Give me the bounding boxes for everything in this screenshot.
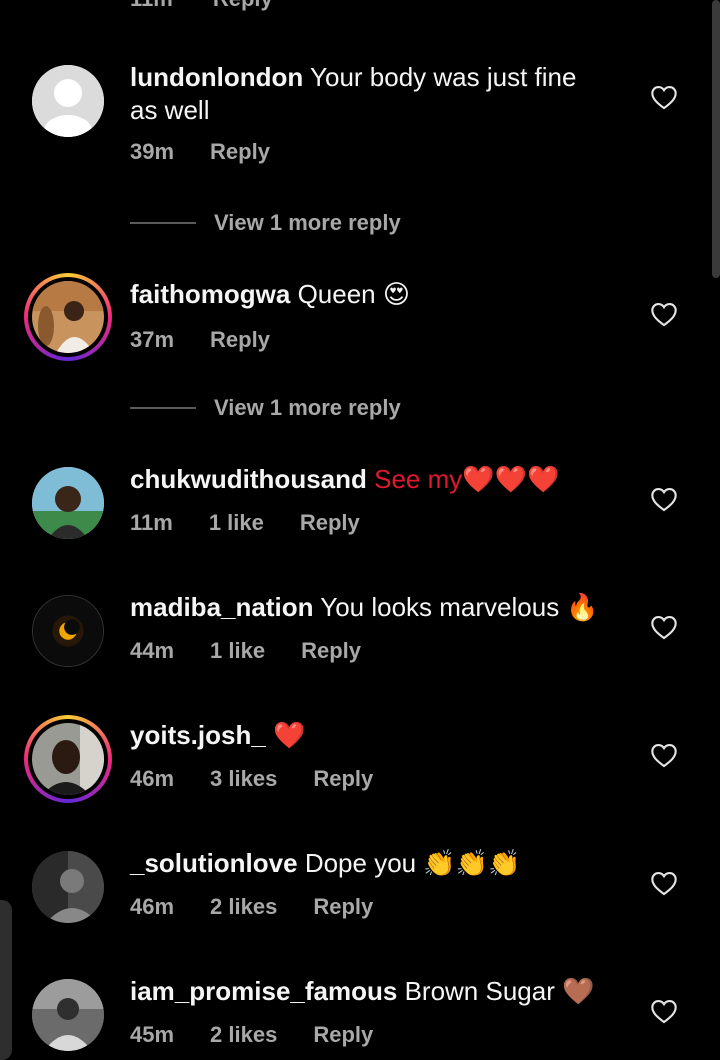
reply-button[interactable]: Reply xyxy=(210,139,270,165)
comment-time: 45m xyxy=(130,1022,175,1047)
view-more-replies-button[interactable]: View 1 more reply xyxy=(130,208,401,238)
comment-text: Your body was just fine xyxy=(310,62,577,92)
reply-button[interactable]: Reply xyxy=(313,766,373,792)
comment-time: 37m xyxy=(130,327,175,352)
comment-username[interactable]: madiba_nation xyxy=(130,592,313,622)
comment-body: chukwudithousand See my❤️❤️❤️ xyxy=(130,463,610,496)
profile-photo xyxy=(32,281,104,353)
comment-text: Dope you 👏👏👏 xyxy=(304,848,521,878)
like-count[interactable]: 3 likes xyxy=(210,766,277,792)
like-button[interactable] xyxy=(650,998,678,1024)
comment-username[interactable]: _solutionlove xyxy=(130,848,298,878)
comment-username[interactable]: faithomogwa xyxy=(130,279,290,309)
heart-outline-icon xyxy=(651,303,677,327)
avatar[interactable] xyxy=(32,851,104,923)
comment-time: 11m xyxy=(130,510,173,535)
avatar[interactable] xyxy=(32,979,104,1051)
comment-meta: 45m 2 likes Reply xyxy=(130,1022,610,1048)
profile-photo xyxy=(32,723,104,795)
comment-username[interactable]: lundonlondon xyxy=(130,62,303,92)
like-button[interactable] xyxy=(650,614,678,640)
like-button[interactable] xyxy=(650,486,678,512)
avatar[interactable] xyxy=(32,595,104,667)
comment-body: madiba_nation You looks marvelous 🔥 xyxy=(130,591,610,624)
like-button[interactable] xyxy=(650,870,678,896)
previous-comment-meta: 11m Reply xyxy=(130,0,313,12)
reply-button[interactable]: Reply xyxy=(210,327,270,353)
scrollbar[interactable] xyxy=(712,0,720,278)
reply-button[interactable]: Reply xyxy=(313,1022,373,1048)
comment-text: Brown Sugar 🤎 xyxy=(404,976,595,1006)
comment-text: as well xyxy=(130,95,210,125)
comment-body: lundonlondon Your body was just fine as … xyxy=(130,61,610,127)
comment-time: 39m xyxy=(130,139,175,164)
like-count[interactable]: 2 likes xyxy=(210,894,277,920)
comment-time: 44m xyxy=(130,638,175,663)
comment-username[interactable]: yoits.josh_ xyxy=(130,720,266,750)
like-button[interactable] xyxy=(650,742,678,768)
comment-meta: 46m 2 likes Reply xyxy=(130,894,610,920)
comment-meta: 37m Reply xyxy=(130,327,610,353)
comment-time: 46m xyxy=(130,766,175,791)
comment-meta: 11m 1 like Reply xyxy=(130,510,610,536)
reply-button[interactable]: Reply xyxy=(213,0,273,11)
comment-text: See my❤️❤️❤️ xyxy=(374,464,560,494)
avatar xyxy=(32,281,104,353)
comment-username[interactable]: iam_promise_famous xyxy=(130,976,397,1006)
divider xyxy=(130,222,196,224)
comment-body: iam_promise_famous Brown Sugar 🤎 xyxy=(130,975,610,1008)
reply-button[interactable]: Reply xyxy=(300,510,360,536)
heart-outline-icon xyxy=(651,86,677,110)
comment-text: Queen 😍 xyxy=(297,279,410,309)
like-count[interactable]: 1 like xyxy=(209,510,264,536)
reply-button[interactable]: Reply xyxy=(313,894,373,920)
comment-meta: 46m 3 likes Reply xyxy=(130,766,610,792)
comment-meta: 39m Reply xyxy=(130,139,610,165)
comment-text: You looks marvelous 🔥 xyxy=(320,592,599,622)
edge-panel-handle[interactable] xyxy=(0,900,12,1060)
like-count[interactable]: 1 like xyxy=(210,638,265,664)
heart-outline-icon xyxy=(651,744,677,768)
avatar[interactable] xyxy=(32,65,104,137)
heart-outline-icon xyxy=(651,872,677,896)
story-ring-avatar[interactable] xyxy=(24,715,112,803)
person-silhouette-icon xyxy=(32,65,104,137)
comment-body: faithomogwa Queen 😍 xyxy=(130,278,610,311)
comment-body: yoits.josh_ ❤️ xyxy=(130,719,610,752)
moon-icon xyxy=(33,596,103,666)
view-more-label: View 1 more reply xyxy=(214,395,401,420)
story-ring-avatar[interactable] xyxy=(24,273,112,361)
like-count[interactable]: 2 likes xyxy=(210,1022,277,1048)
heart-outline-icon xyxy=(651,488,677,512)
view-more-label: View 1 more reply xyxy=(214,210,401,235)
view-more-replies-button[interactable]: View 1 more reply xyxy=(130,393,401,423)
comment-body: _solutionlove Dope you 👏👏👏 xyxy=(130,847,610,880)
like-button[interactable] xyxy=(650,84,678,110)
comment-username[interactable]: chukwudithousand xyxy=(130,464,367,494)
reply-button[interactable]: Reply xyxy=(301,638,361,664)
profile-photo xyxy=(32,979,104,1051)
profile-photo xyxy=(32,851,104,923)
comment-time: 46m xyxy=(130,894,175,919)
comment-meta: 44m 1 like Reply xyxy=(130,638,610,664)
comment-time: 11m xyxy=(130,0,173,11)
divider xyxy=(130,407,196,409)
profile-photo xyxy=(32,467,104,539)
like-button[interactable] xyxy=(650,301,678,327)
comment-text: ❤️ xyxy=(273,720,306,750)
avatar[interactable] xyxy=(32,467,104,539)
avatar xyxy=(32,723,104,795)
heart-outline-icon xyxy=(651,616,677,640)
heart-outline-icon xyxy=(651,1000,677,1024)
